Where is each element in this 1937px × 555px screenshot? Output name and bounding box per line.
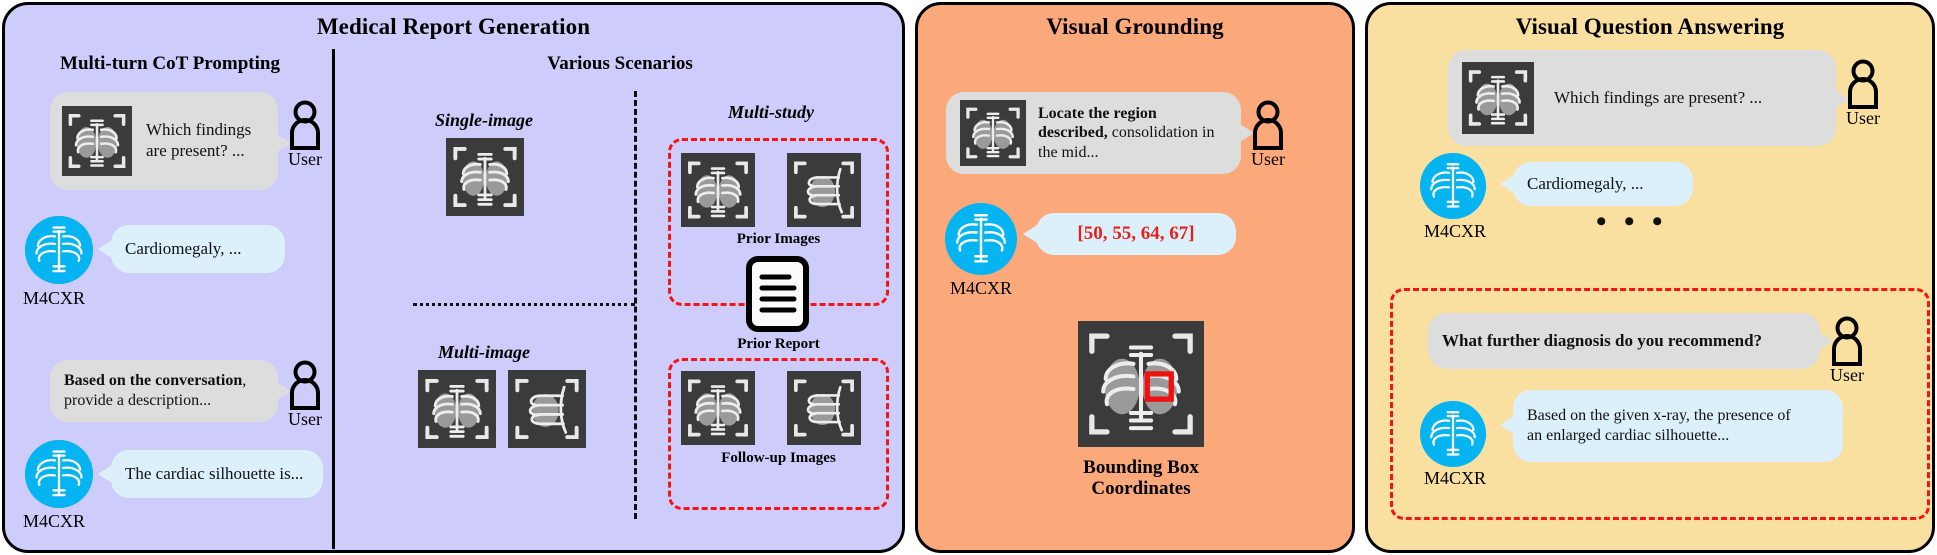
chat-bubble-user-1[interactable]: Which findings are present? ... bbox=[50, 92, 291, 190]
scenario-label-single-image: Single-image bbox=[435, 110, 533, 130]
xray-followup-frontal bbox=[681, 371, 755, 445]
chat-bubble-user-2[interactable]: Based on the conversation, provide a des… bbox=[50, 360, 291, 422]
chat-bubble-vqa-user-1[interactable]: Which findings are present? ... bbox=[1448, 50, 1849, 146]
label-prior-report: Prior Report bbox=[737, 336, 820, 352]
xray-thumbnail-multi-lateral bbox=[508, 370, 586, 448]
section-title-multi-turn-cot: Multi-turn CoT Prompting bbox=[60, 53, 280, 74]
speaker-label-m4cxr-vqa-1: M4CXR bbox=[1423, 221, 1486, 241]
speaker-label-user-vqa-1: User bbox=[1846, 108, 1880, 128]
conversation-ellipsis: • • • bbox=[1596, 205, 1668, 238]
user-avatar-icon-vqa-1 bbox=[1846, 59, 1880, 109]
document-icon-prior-report bbox=[745, 255, 810, 333]
chat-text-user-2: Based on the conversation, provide a des… bbox=[64, 372, 247, 409]
panel-title-mrg: Medical Report Generation bbox=[316, 14, 591, 39]
bbox-coordinate-value: [50, 55, 64, 67] bbox=[1077, 223, 1195, 245]
bubble-tail-icon bbox=[1500, 175, 1514, 193]
speaker-label-user-vqa-2: User bbox=[1830, 365, 1864, 385]
chat-text-vqa-a2: Based on the given x-ray, the presence o… bbox=[1527, 407, 1791, 444]
panel-title-vg: Visual Grounding bbox=[1046, 14, 1224, 39]
chat-bubble-vqa-model-1[interactable]: Cardiomegaly, ... bbox=[1500, 162, 1693, 206]
speaker-label-m4cxr-vg: M4CXR bbox=[949, 278, 1012, 298]
chat-bubble-model-2[interactable]: The cardiac silhouette is... bbox=[98, 450, 323, 498]
chat-bubble-vg-user[interactable]: Locate the region described, consolidati… bbox=[946, 92, 1254, 174]
panel-visual-question-answering: Visual Question Answering Which findings… bbox=[1365, 2, 1935, 553]
panel-title-vqa: Visual Question Answering bbox=[1515, 14, 1785, 39]
m4cxr-avatar-icon-vqa-2 bbox=[1420, 401, 1486, 467]
panel-medical-report-generation: Medical Report Generation Multi-turn CoT… bbox=[2, 2, 905, 553]
bubble-tail-icon bbox=[98, 240, 112, 258]
xray-prior-lateral bbox=[787, 153, 861, 227]
user-avatar-icon-vqa-2 bbox=[1830, 316, 1864, 366]
speaker-label-user-1: User bbox=[288, 149, 322, 169]
chat-text-model-1: Cardiomegaly, ... bbox=[125, 238, 242, 258]
chat-bubble-vqa-user-2[interactable]: What further diagnosis do you recommend? bbox=[1428, 313, 1833, 369]
m4cxr-avatar-icon-vqa-1 bbox=[1420, 153, 1486, 219]
m4cxr-avatar-icon-vg bbox=[945, 203, 1017, 275]
panel-divider bbox=[332, 49, 335, 549]
xray-thumbnail-single bbox=[446, 138, 524, 216]
xray-with-bounding-box bbox=[1078, 321, 1204, 447]
xray-thumbnail-vqa bbox=[1462, 62, 1534, 134]
xray-thumbnail-multi-frontal bbox=[418, 370, 496, 448]
m4cxr-avatar-icon-1 bbox=[25, 216, 93, 284]
scenario-label-multi-image: Multi-image bbox=[437, 342, 530, 362]
user-avatar-icon-1 bbox=[288, 100, 322, 150]
speaker-label-m4cxr-1: M4CXR bbox=[23, 288, 86, 308]
bbox-caption: Bounding Box Coordinates bbox=[1083, 457, 1199, 500]
xray-prior-frontal bbox=[681, 153, 755, 227]
user-avatar-icon-2 bbox=[288, 360, 322, 410]
section-title-various-scenarios: Various Scenarios bbox=[547, 53, 693, 74]
bubble-tail-icon bbox=[98, 465, 112, 483]
xray-thumbnail bbox=[62, 106, 132, 176]
panel-visual-grounding: Visual Grounding Locate the region descr… bbox=[915, 2, 1355, 553]
speaker-label-user-vg: User bbox=[1251, 149, 1285, 169]
m4cxr-avatar-icon-2 bbox=[25, 440, 93, 508]
bubble-tail-icon bbox=[1023, 225, 1037, 243]
chat-text-model-2: The cardiac silhouette is... bbox=[125, 463, 304, 483]
bubble-tail-icon bbox=[1500, 416, 1514, 434]
user-avatar-icon-vg bbox=[1251, 100, 1285, 150]
chat-text-vqa-q2: What further diagnosis do you recommend? bbox=[1442, 330, 1763, 350]
figure-root: Medical Report Generation Multi-turn CoT… bbox=[0, 0, 1937, 555]
xray-followup-lateral bbox=[787, 371, 861, 445]
speaker-label-m4cxr-vqa-2: M4CXR bbox=[1423, 468, 1486, 488]
speaker-label-user-2: User bbox=[288, 409, 322, 429]
chat-bubble-model-1[interactable]: Cardiomegaly, ... bbox=[98, 225, 285, 273]
chat-text-vqa-a1: Cardiomegaly, ... bbox=[1527, 173, 1644, 193]
label-followup-images: Follow-up Images bbox=[721, 450, 836, 466]
label-prior-images: Prior Images bbox=[736, 231, 821, 247]
xray-thumbnail-vg-prompt bbox=[960, 100, 1026, 166]
scenario-horizontal-divider bbox=[413, 303, 635, 306]
scenario-label-multi-study: Multi-study bbox=[727, 102, 815, 122]
chat-bubble-vg-answer[interactable]: [50, 55, 64, 67] bbox=[1023, 213, 1236, 255]
speaker-label-m4cxr-2: M4CXR bbox=[23, 511, 86, 531]
chat-bubble-vqa-model-2[interactable]: Based on the given x-ray, the presence o… bbox=[1500, 390, 1843, 462]
